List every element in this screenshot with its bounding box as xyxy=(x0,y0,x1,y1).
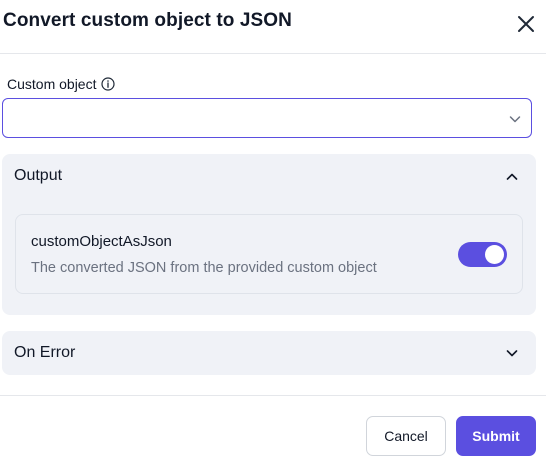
close-icon xyxy=(518,16,534,32)
output-panel: Output customObjectAsJson The converted … xyxy=(2,154,536,315)
output-variable-card: customObjectAsJson The converted JSON fr… xyxy=(15,214,523,294)
custom-object-label: Custom object xyxy=(7,76,116,92)
footer-divider xyxy=(0,395,546,396)
toggle-knob xyxy=(485,245,504,264)
chevron-down-icon xyxy=(509,116,521,123)
output-variable-description: The converted JSON from the provided cus… xyxy=(31,260,377,276)
info-icon[interactable] xyxy=(101,77,116,91)
output-panel-title[interactable]: Output xyxy=(14,167,62,185)
submit-button[interactable]: Submit xyxy=(456,416,536,456)
convert-json-dialog: Convert custom object to JSON Custom obj… xyxy=(0,0,546,468)
on-error-panel-title[interactable]: On Error xyxy=(14,344,75,362)
on-error-panel[interactable]: On Error xyxy=(2,331,536,375)
dialog-header: Convert custom object to JSON xyxy=(0,0,546,54)
chevron-down-icon[interactable] xyxy=(504,345,520,361)
chevron-up-icon[interactable] xyxy=(504,169,520,185)
output-variable-name: customObjectAsJson xyxy=(31,233,172,250)
close-button[interactable] xyxy=(514,12,538,36)
dialog-title: Convert custom object to JSON xyxy=(3,10,292,31)
custom-object-select[interactable] xyxy=(2,98,532,138)
output-variable-toggle[interactable] xyxy=(458,242,507,267)
custom-object-label-text: Custom object xyxy=(7,76,97,92)
cancel-button[interactable]: Cancel xyxy=(366,416,446,456)
